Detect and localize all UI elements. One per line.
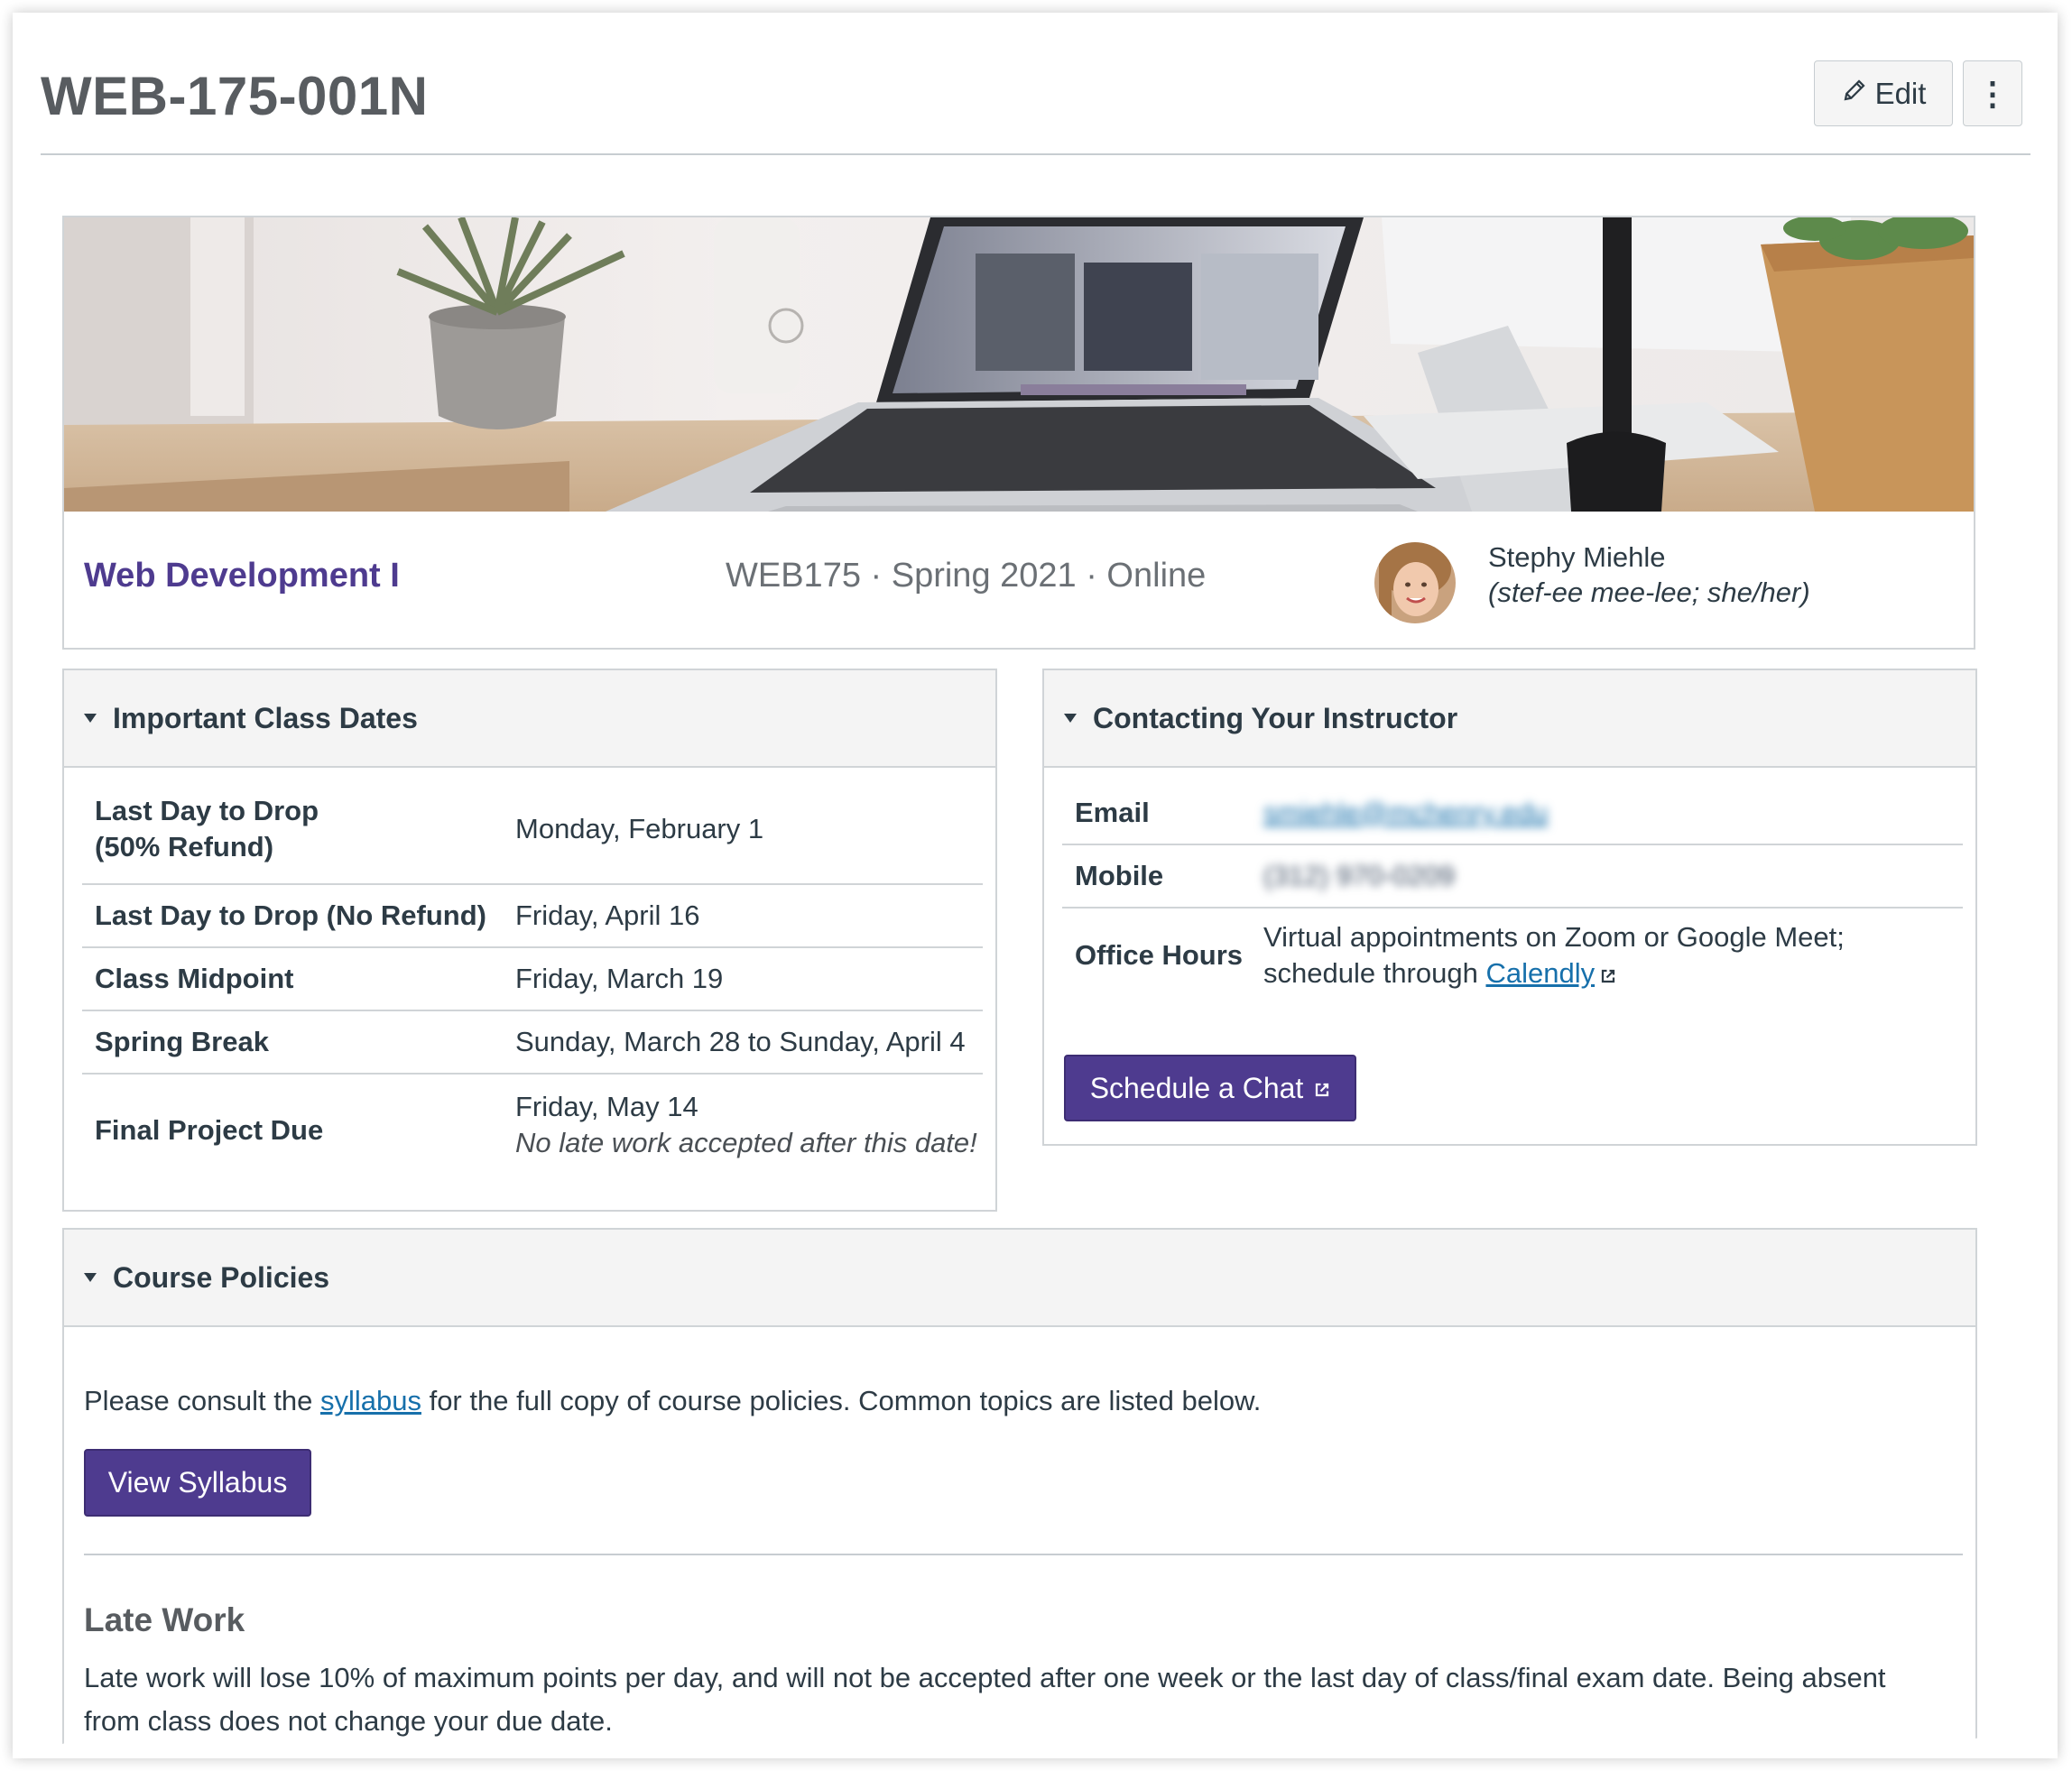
course-meta: WEB175 · Spring 2021 · Online — [726, 557, 1207, 595]
torn-edge — [13, 1737, 2058, 1758]
contact-row-mobile: Mobile (312) 970-0209 — [1062, 845, 1963, 909]
date-value: Friday, May 14 — [515, 1091, 698, 1122]
late-work-heading: Late Work — [84, 1601, 245, 1638]
contact-title: Contacting Your Instructor — [1093, 701, 1458, 734]
class-dates-panel: Important Class Dates Last Day to Drop (… — [62, 669, 997, 1212]
date-value: Monday, February 1 — [515, 813, 764, 844]
course-name: Web Development I — [84, 557, 400, 595]
instructor-pronunciation: (stef-ee mee-lee; she/her) — [1488, 576, 1810, 608]
schedule-chat-label: Schedule a Chat — [1089, 1071, 1304, 1104]
office-hours-text: Virtual appointments on Zoom or Google M… — [1263, 921, 1845, 953]
date-value: Sunday, March 28 to Sunday, April 4 — [515, 1026, 966, 1057]
contact-panel: Contacting Your Instructor Email smiehle… — [1042, 669, 1977, 1146]
desk-laptop-photo — [64, 217, 1974, 512]
syllabus-link[interactable]: syllabus — [320, 1385, 421, 1416]
course-policies-header[interactable]: Course Policies — [64, 1230, 1975, 1327]
edit-button-label: Edit — [1874, 76, 1927, 110]
caret-down-icon — [84, 1273, 97, 1282]
date-label: Final Project Due — [95, 1114, 324, 1146]
email-label: Email — [1075, 797, 1150, 828]
date-label: Last Day to Drop — [95, 795, 319, 826]
date-value: Friday, March 19 — [515, 963, 724, 994]
date-value: Friday, April 16 — [515, 899, 700, 931]
policies-intro: Please consult the syllabus for the full… — [84, 1385, 1262, 1416]
course-banner: Web Development I WEB175 · Spring 2021 ·… — [62, 216, 1975, 650]
calendly-link[interactable]: Calendly — [1485, 957, 1595, 989]
view-syllabus-label: View Syllabus — [107, 1466, 288, 1499]
course-policies-panel: Course Policies Please consult the sylla… — [62, 1228, 1977, 1758]
page-title: WEB-175-001N — [41, 66, 429, 126]
date-row: Last Day to Drop (50% Refund) Monday, Fe… — [82, 782, 983, 885]
date-label: Spring Break — [95, 1026, 269, 1057]
office-hours-schedule: schedule through Calendly — [1263, 955, 1616, 993]
external-link-icon — [1314, 1072, 1330, 1105]
office-hours-label: Office Hours — [1075, 939, 1244, 971]
pencil-icon — [1841, 77, 1868, 111]
mobile-label: Mobile — [1075, 860, 1164, 891]
date-row: Last Day to Drop (No Refund) Friday, Apr… — [82, 885, 983, 948]
date-label-secondary: (50% Refund) — [95, 831, 274, 862]
more-options-button[interactable]: ⋮ — [1963, 60, 2022, 126]
page-card: WEB-175-001N Edit ⋮ Web Development I WE… — [13, 13, 2058, 1758]
caret-down-icon — [84, 714, 97, 723]
section-divider — [84, 1554, 1963, 1555]
email-link[interactable]: smiehle@mchenry.edu — [1263, 795, 1548, 831]
vertical-ellipsis-icon: ⋮ — [1976, 74, 2009, 112]
edit-button[interactable]: Edit — [1814, 60, 1953, 126]
class-dates-header[interactable]: Important Class Dates — [64, 670, 995, 768]
late-work-text-line1: Late work will lose 10% of maximum point… — [84, 1662, 1886, 1693]
class-dates-title: Important Class Dates — [113, 701, 418, 734]
mobile-value: (312) 970-0209 — [1263, 860, 1455, 891]
instructor-name: Stephy Miehle — [1488, 541, 1666, 573]
instructor-avatar — [1374, 542, 1456, 623]
date-label: Class Midpoint — [95, 963, 294, 994]
date-row: Class Midpoint Friday, March 19 — [82, 948, 983, 1011]
date-row: Final Project Due Friday, May 14 No late… — [82, 1075, 983, 1183]
contact-row-email: Email smiehle@mchenry.edu — [1062, 782, 1963, 845]
course-policies-title: Course Policies — [113, 1260, 330, 1294]
title-divider — [41, 153, 2030, 155]
view-syllabus-button[interactable]: View Syllabus — [84, 1449, 311, 1517]
caret-down-icon — [1064, 714, 1077, 723]
date-row: Spring Break Sunday, March 28 to Sunday,… — [82, 1011, 983, 1075]
external-link-icon — [1600, 957, 1616, 993]
date-note: No late work accepted after this date! — [515, 1127, 977, 1158]
schedule-chat-button[interactable]: Schedule a Chat — [1064, 1055, 1356, 1121]
contact-row-office: Office Hours Virtual appointments on Zoo… — [1062, 909, 1963, 1008]
contact-header[interactable]: Contacting Your Instructor — [1044, 670, 1975, 768]
date-label: Last Day to Drop (No Refund) — [95, 899, 486, 931]
